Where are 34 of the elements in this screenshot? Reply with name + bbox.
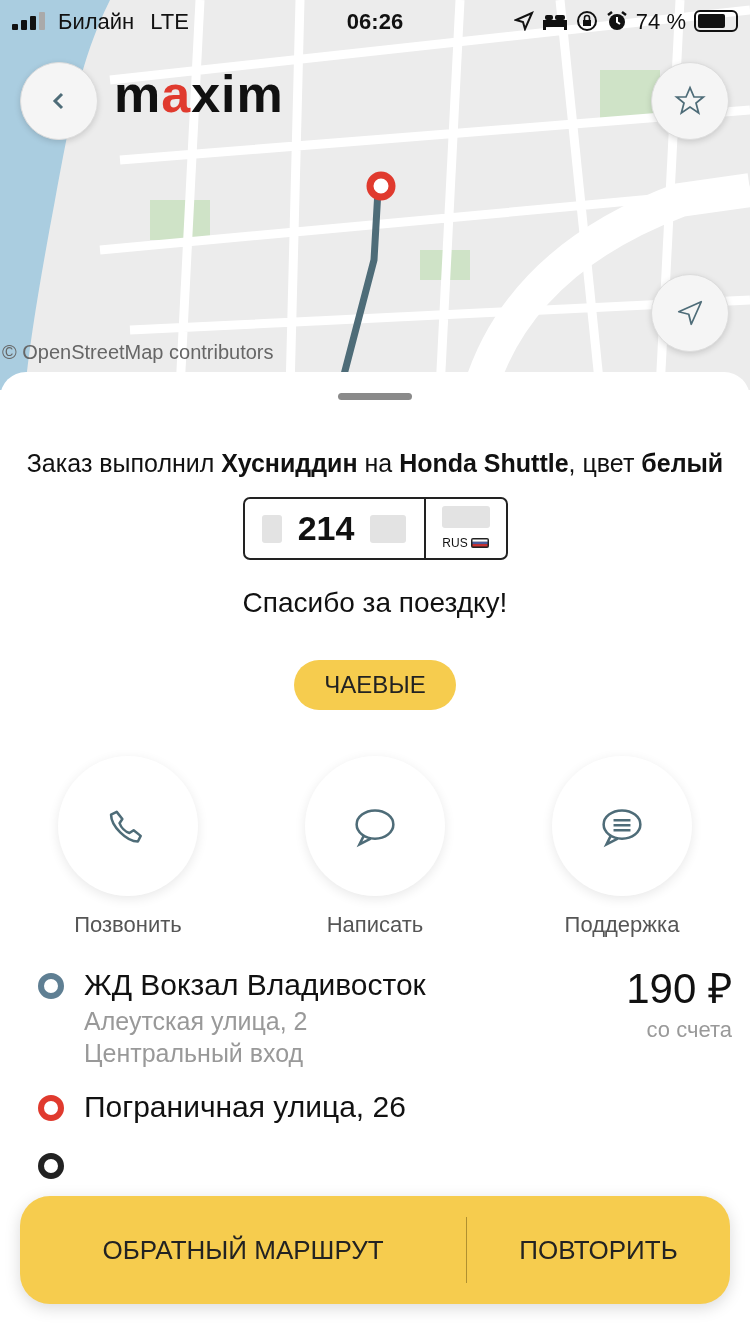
drag-handle[interactable] (338, 393, 412, 400)
carrier-name: Билайн (58, 7, 135, 36)
network-type: LTE (150, 7, 189, 36)
tips-button[interactable]: ЧАЕВЫЕ (294, 660, 456, 710)
stop-name: ЖД Вокзал Владивосток (84, 967, 426, 1003)
action-label: Поддержка (564, 911, 680, 939)
rotation-lock-icon (575, 10, 598, 32)
navigation-arrow-icon (675, 298, 705, 328)
plate-number: 214 (297, 508, 355, 549)
map-attribution: © OpenStreetMap contributors (2, 340, 274, 365)
redacted-block (441, 505, 490, 528)
thanks-message: Спасибо за поездку! (241, 586, 509, 620)
bed-icon (541, 12, 568, 30)
star-icon (674, 85, 706, 117)
clock: 06:26 (346, 7, 404, 36)
payment-method: со счета (645, 1016, 732, 1044)
action-label: Позвонить (74, 911, 182, 939)
action-label: Написать (326, 911, 424, 939)
order-summary: Заказ выполнил Хусниддин на Honda Shuttle, цвет белый (25, 448, 725, 479)
location-icon (513, 11, 534, 31)
price-amount: 190 ₽ (626, 965, 732, 1013)
battery-percent: 74 % (635, 7, 686, 36)
flag-icon (470, 537, 489, 548)
plate-country: RUS (442, 534, 468, 552)
battery-icon (694, 10, 738, 32)
alarm-icon (605, 10, 628, 32)
repeat-button[interactable]: ПОВТОРИТЬ (467, 1196, 730, 1304)
return-route-button[interactable]: ОБРАТНЫЙ МАРШРУТ (20, 1196, 466, 1304)
redacted-block (370, 514, 407, 543)
stop-name: Пограничная улица, 26 (84, 1089, 406, 1125)
stop-detail: Центральный вход (84, 1038, 305, 1069)
redacted-block (261, 514, 282, 543)
stop-detail: Алеутская улица, 2 (84, 1006, 309, 1037)
logo: maxim (114, 68, 284, 120)
